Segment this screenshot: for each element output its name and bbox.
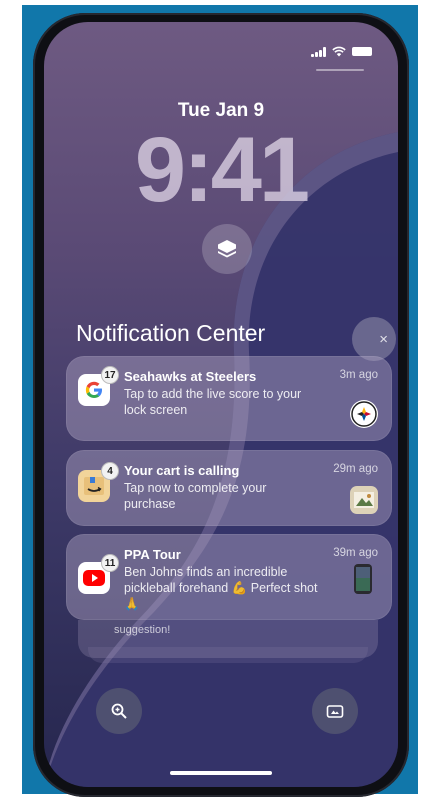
notification-body: Tap now to complete your purchase [124,481,267,511]
stack-toggle-button[interactable] [202,224,252,274]
notification-time: 3m ago [339,369,378,381]
notification-time: 39m ago [333,547,378,559]
battery-icon [352,47,372,56]
wifi-icon [332,46,346,57]
stacked-notification-preview: suggestion! [114,624,171,636]
clear-notifications-button[interactable]: × [352,317,396,361]
amazon-app-icon: 4 [78,463,118,502]
notification-center-title: Notification Center [76,320,266,346]
video-thumbnail-icon [354,564,372,594]
google-logo-icon [85,381,102,398]
google-app-icon: 17 [78,367,118,406]
close-icon: × [379,330,388,348]
status-bar [311,46,372,57]
control-center-indicator [316,69,364,71]
youtube-app-icon: 11 [78,555,118,594]
notification-amazon[interactable]: 4 Your cart is calling Tap now to comple… [66,450,392,526]
lock-time: 9:41 [134,119,310,221]
notification-time: 29m ago [333,463,378,475]
camera-button[interactable] [312,688,358,734]
magnifier-button[interactable] [96,688,142,734]
product-thumbnail-icon [354,492,374,508]
amazon-box-icon [84,477,104,495]
magnifier-icon [111,703,127,719]
video-frame-icon [356,567,370,591]
home-indicator[interactable] [170,771,272,775]
signal-icon [311,46,326,57]
notification-title: Your cart is calling [124,463,240,478]
camera-icon [326,705,344,718]
notification-google[interactable]: 17 Seahawks at Steelers Tap to add the l… [66,356,392,441]
youtube-badge: 11 [102,555,118,571]
amazon-badge: 4 [102,463,118,479]
notification-title: Seahawks at Steelers [124,369,257,384]
lock-screen: Tue Jan 9 9:41 Notification Center × 17 … [44,22,398,787]
stacked-notifications-back [88,647,368,663]
steelers-hypocycloid-icon [351,401,377,427]
product-image-icon [350,486,378,514]
youtube-play-icon [83,570,105,586]
notification-body: Ben Johns finds an incredible pickleball… [124,565,318,611]
google-badge: 17 [102,367,118,383]
steelers-logo-icon [350,400,378,428]
notification-body: Tap to add the live score to your lock s… [124,387,302,417]
stack-layers-icon [218,240,236,258]
notification-youtube[interactable]: 11 PPA Tour Ben Johns finds an incredibl… [66,534,392,620]
notification-title: PPA Tour [124,547,181,562]
